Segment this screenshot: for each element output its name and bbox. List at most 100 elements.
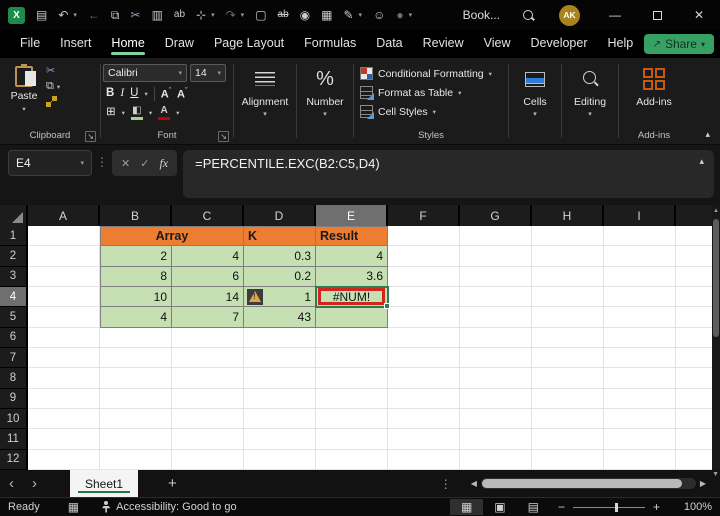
macro-record-icon[interactable]: ▦ — [68, 500, 79, 514]
tab-data[interactable]: Data — [366, 31, 412, 57]
cell-partial[interactable] — [676, 368, 712, 389]
cell-C10[interactable] — [172, 408, 244, 430]
page-layout-view-button[interactable]: ▣ — [483, 499, 516, 515]
cell-H12[interactable] — [532, 449, 604, 470]
cell-I8[interactable] — [604, 368, 676, 389]
scroll-right-icon[interactable]: ▶ — [696, 479, 710, 488]
cell-D7[interactable] — [244, 347, 316, 369]
tab-view[interactable]: View — [474, 31, 521, 57]
cell-E9[interactable] — [316, 388, 388, 409]
row-header-4[interactable]: 4 — [0, 286, 28, 308]
increase-font-button[interactable]: Aˆ — [161, 88, 171, 101]
underline-chevron-icon[interactable]: ▾ — [144, 90, 147, 98]
decrease-font-button[interactable]: Aˇ — [177, 88, 187, 101]
account-avatar[interactable]: AK — [559, 4, 580, 26]
cell-styles-button[interactable]: Cell Styles ▾ — [360, 102, 506, 121]
cell-A5[interactable] — [28, 307, 100, 328]
editing-group[interactable]: Editing ▾ — [562, 58, 618, 144]
cell-E5[interactable] — [316, 307, 388, 328]
error-checking-button[interactable]: ! — [247, 288, 263, 305]
borders-chevron-icon[interactable]: ▾ — [122, 109, 125, 117]
fill-color-button[interactable]: ◧ — [130, 106, 143, 120]
cell-D5[interactable]: 43 — [244, 307, 316, 328]
cell-F8[interactable] — [388, 368, 460, 389]
cell-E10[interactable] — [316, 408, 388, 430]
cell-D6[interactable] — [244, 327, 316, 348]
sheet-view-icon[interactable]: ▦ — [321, 9, 332, 21]
horizontal-scrollbar-thumb[interactable] — [481, 479, 682, 488]
sheet-tab-sheet1[interactable]: Sheet1 — [70, 470, 139, 497]
cell-E11[interactable] — [316, 429, 388, 450]
cell-H6[interactable] — [532, 327, 604, 348]
cell-G8[interactable] — [460, 368, 532, 389]
column-header-i[interactable]: I — [604, 205, 676, 226]
normal-view-button[interactable]: ▦ — [449, 499, 484, 515]
zoom-out-button[interactable]: − — [550, 500, 573, 514]
record-macro-icon[interactable]: ● — [396, 9, 403, 21]
cell-C3[interactable]: 6 — [172, 266, 244, 287]
bold-button[interactable]: B — [106, 88, 114, 100]
cell-C6[interactable] — [172, 327, 244, 348]
cell-partial[interactable] — [676, 266, 712, 287]
cell-I12[interactable] — [604, 449, 676, 470]
cell-C5[interactable]: 7 — [172, 307, 244, 328]
row-header-9[interactable]: 9 — [0, 388, 28, 409]
tab-formulas[interactable]: Formulas — [294, 31, 366, 57]
share-button[interactable]: ↗ Share ▾ — [643, 34, 714, 54]
row-header-12[interactable]: 12 — [0, 449, 28, 470]
cell-E6[interactable] — [316, 327, 388, 348]
number-group[interactable]: % Number ▾ — [297, 58, 353, 144]
next-sheet-button[interactable]: › — [23, 476, 46, 491]
column-header-b[interactable]: B — [100, 205, 172, 226]
column-header-partial[interactable] — [676, 205, 712, 226]
camera-icon[interactable]: ◉ — [300, 9, 310, 21]
cell-F2[interactable] — [388, 246, 460, 267]
cell-I3[interactable] — [604, 266, 676, 287]
cells-group[interactable]: Cells ▾ — [509, 58, 561, 144]
horizontal-scrollbar-track[interactable] — [480, 478, 696, 489]
cell-D10[interactable] — [244, 408, 316, 430]
cell-G10[interactable] — [460, 408, 532, 430]
cell-C7[interactable] — [172, 347, 244, 369]
undo-chevron-icon[interactable]: ▾ — [73, 11, 77, 19]
copy-button[interactable]: ⧉ — [46, 81, 54, 92]
close-button[interactable]: ✕ — [678, 0, 720, 30]
font-color-chevron-icon[interactable]: ▾ — [176, 109, 179, 117]
cell-H7[interactable] — [532, 347, 604, 369]
cell-B2[interactable]: 2 — [100, 246, 172, 267]
cell-G12[interactable] — [460, 449, 532, 470]
formula-bar-handle[interactable]: ⋮ — [96, 155, 108, 169]
cell-G5[interactable] — [460, 307, 532, 328]
cell-B12[interactable] — [100, 449, 172, 470]
scroll-down-icon[interactable]: ▼ — [712, 471, 719, 478]
cell-D2[interactable]: 0.3 — [244, 246, 316, 267]
cell-A11[interactable] — [28, 429, 100, 450]
touch-mode-icon[interactable]: ⊹ — [196, 9, 206, 21]
font-name-select[interactable]: Calibri ▾ — [103, 64, 187, 82]
tab-page-layout[interactable]: Page Layout — [204, 31, 294, 57]
format-painter-button[interactable] — [46, 96, 57, 107]
cell-E4-active[interactable]: #NUM! — [315, 285, 390, 310]
cell-H10[interactable] — [532, 408, 604, 430]
undo-icon[interactable]: ↶ — [58, 9, 68, 21]
cell-H3[interactable] — [532, 266, 604, 287]
new-file-icon[interactable]: ▢ — [255, 9, 266, 21]
cell-E1[interactable]: Result — [316, 226, 388, 247]
zoom-in-button[interactable]: + — [645, 500, 668, 514]
cut-button[interactable]: ✂ — [46, 66, 55, 77]
cell-partial[interactable] — [676, 307, 712, 328]
paste-special-icon[interactable]: ▥ — [152, 9, 163, 21]
new-sheet-button[interactable]: + — [168, 475, 177, 492]
column-header-h[interactable]: H — [532, 205, 604, 226]
cell-I6[interactable] — [604, 327, 676, 348]
cell-E7[interactable] — [316, 347, 388, 369]
export-pen-icon[interactable]: ✎ — [343, 9, 353, 21]
person-lookup-icon[interactable]: ☺ — [373, 9, 385, 21]
confirm-entry-button[interactable]: ✓ — [140, 157, 149, 170]
tab-insert[interactable]: Insert — [50, 31, 101, 57]
tab-draw[interactable]: Draw — [155, 31, 204, 57]
cell-C11[interactable] — [172, 429, 244, 450]
row-header-6[interactable]: 6 — [0, 327, 28, 348]
cell-C8[interactable] — [172, 368, 244, 389]
cell-A2[interactable] — [28, 246, 100, 267]
